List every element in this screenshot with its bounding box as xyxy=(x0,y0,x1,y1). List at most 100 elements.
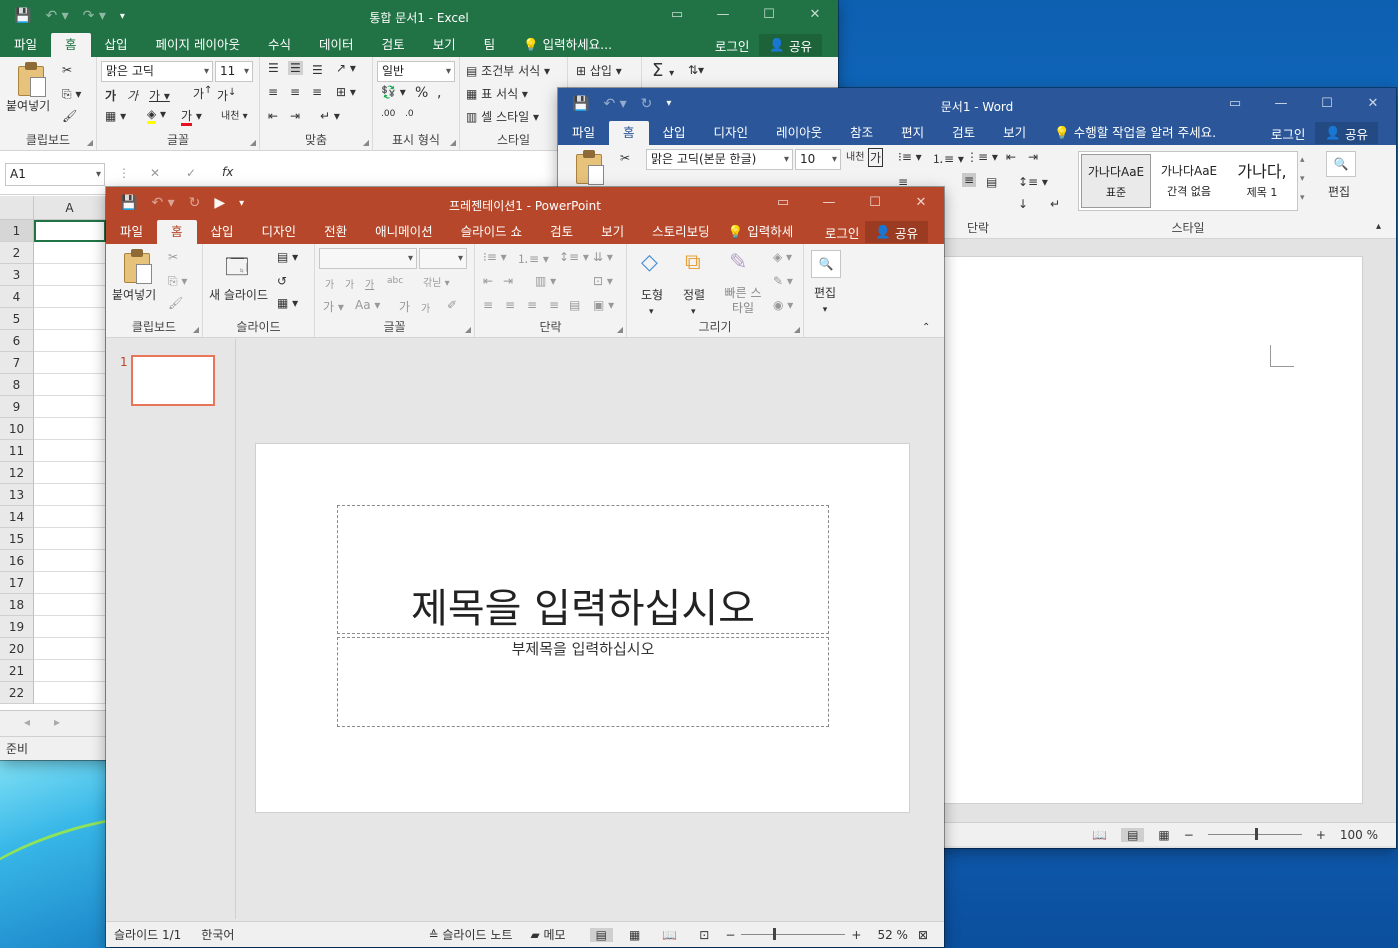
tab-review[interactable]: 검토 xyxy=(938,121,989,145)
tab-home[interactable]: 홈 xyxy=(157,220,197,244)
row-header[interactable]: 2 xyxy=(0,242,34,264)
wrap-text-icon[interactable]: ↵ ▾ xyxy=(320,109,340,123)
align-bottom-icon[interactable]: ☰ xyxy=(312,63,323,77)
row-header[interactable]: 18 xyxy=(0,594,34,616)
row-header[interactable]: 20 xyxy=(0,638,34,660)
new-slide-button[interactable]: 새 슬라이드 xyxy=(209,286,268,303)
font-name-combo[interactable]: 맑은 고딕(본문 한글) xyxy=(646,149,793,170)
tab-mailings[interactable]: 편지 xyxy=(887,121,938,145)
cell[interactable] xyxy=(34,616,106,638)
customize-qat-icon[interactable]: ▾ xyxy=(666,98,671,109)
tab-team[interactable]: 팀 xyxy=(470,33,510,57)
cell[interactable] xyxy=(34,572,106,594)
decrease-decimal-icon[interactable]: .0 xyxy=(405,109,414,119)
print-layout-icon[interactable]: ▤ xyxy=(1121,827,1145,842)
cell[interactable] xyxy=(34,550,106,572)
minimize-icon[interactable]: — xyxy=(700,7,746,22)
close-icon[interactable]: ✕ xyxy=(792,7,838,22)
char-border-icon[interactable]: 가 xyxy=(868,148,884,167)
web-layout-icon[interactable]: ▦ xyxy=(1158,828,1169,842)
cell[interactable] xyxy=(34,594,106,616)
tell-me-box[interactable]: 💡 입력하세 xyxy=(724,220,798,244)
fit-to-window-icon[interactable]: ⊠ xyxy=(918,928,928,942)
tab-insert[interactable]: 삽입 xyxy=(649,121,700,145)
bullets-icon[interactable]: ⁝≡ ▾ xyxy=(483,250,507,264)
line-spacing-icon[interactable]: ↕≡ ▾ xyxy=(559,250,589,264)
cell[interactable] xyxy=(34,528,106,550)
row-header[interactable]: 3 xyxy=(0,264,34,286)
align-left-icon[interactable]: ≡ xyxy=(268,85,278,99)
cell[interactable] xyxy=(34,660,106,682)
row-header[interactable]: 15 xyxy=(0,528,34,550)
distributed-icon[interactable]: ▤ xyxy=(569,298,580,312)
tab-storyboarding[interactable]: 스토리보딩 xyxy=(638,220,724,244)
clear-format-icon[interactable]: ✐ xyxy=(447,298,457,312)
increase-decimal-icon[interactable]: .00 xyxy=(381,109,395,119)
slide-sorter-icon[interactable]: ▦ xyxy=(629,928,640,942)
font-size-combo[interactable] xyxy=(419,248,467,269)
row-header[interactable]: 4 xyxy=(0,286,34,308)
cell[interactable] xyxy=(34,308,106,330)
column-header-a[interactable]: A xyxy=(34,196,106,220)
numbering-icon[interactable]: ⒈≡ ▾ xyxy=(932,150,964,167)
shape-effects-icon[interactable]: ◉ ▾ xyxy=(773,298,793,312)
cell[interactable] xyxy=(34,242,106,264)
tab-design[interactable]: 디자인 xyxy=(248,220,311,244)
row-header[interactable]: 5 xyxy=(0,308,34,330)
strikethrough-icon[interactable]: abc xyxy=(387,276,403,286)
cell[interactable] xyxy=(34,374,106,396)
login-link[interactable]: 로그인 xyxy=(715,36,750,55)
comments-button[interactable]: ▰ 메모 xyxy=(530,926,565,943)
dialog-launcher-icon[interactable]: ◢ xyxy=(193,325,199,334)
cell[interactable] xyxy=(34,506,106,528)
fill-color-icon[interactable]: ◈ ▾ xyxy=(147,107,166,124)
minimize-icon[interactable]: — xyxy=(1258,96,1304,111)
conditional-format-button[interactable]: ▤ 조건부 서식 ▾ xyxy=(466,62,550,79)
zoom-out-icon[interactable]: − xyxy=(725,928,735,942)
layout-icon[interactable]: ▤ ▾ xyxy=(277,250,298,264)
shapes-button[interactable]: 도형 ▾ xyxy=(641,286,663,317)
section-icon[interactable]: ▦ ▾ xyxy=(277,296,298,310)
row-header[interactable]: 6 xyxy=(0,330,34,352)
arrange-icon[interactable]: ⧉ xyxy=(685,250,701,275)
row-header[interactable]: 11 xyxy=(0,440,34,462)
zoom-level[interactable]: 100 % xyxy=(1340,828,1378,842)
sort-icon[interactable]: ↓ xyxy=(1018,197,1028,211)
paste-button-label[interactable]: 붙여넣기 xyxy=(112,286,156,303)
find-icon[interactable]: 🔍 xyxy=(811,250,841,278)
sort-filter-icon[interactable]: ⇅▾ xyxy=(688,63,704,77)
zoom-in-icon[interactable]: + xyxy=(1316,828,1326,842)
zoom-level[interactable]: 52 % xyxy=(877,928,908,942)
format-painter-icon[interactable]: 🖌 xyxy=(62,109,77,123)
sheet-nav-next-icon[interactable]: ▸ xyxy=(54,715,60,729)
collapse-ribbon-icon[interactable]: ▴ xyxy=(1376,221,1381,232)
redo-icon[interactable]: ↻ xyxy=(641,96,653,112)
bold-icon[interactable]: 가 xyxy=(325,276,334,291)
tab-formulas[interactable]: 수식 xyxy=(254,33,305,57)
row-header[interactable]: 7 xyxy=(0,352,34,374)
tab-page-layout[interactable]: 페이지 레이아웃 xyxy=(142,33,254,57)
cell[interactable] xyxy=(34,396,106,418)
enter-icon[interactable]: ✓ xyxy=(186,166,196,180)
line-spacing-icon[interactable]: ↕≡ ▾ xyxy=(1018,175,1048,189)
font-color-icon[interactable]: 가 ▾ xyxy=(323,298,344,315)
arrange-button[interactable]: 정렬 ▾ xyxy=(683,286,705,317)
bold-icon[interactable]: 가 xyxy=(105,87,116,104)
collapse-ribbon-icon[interactable]: ⌃ xyxy=(922,322,930,333)
dialog-launcher-icon[interactable]: ◢ xyxy=(363,138,369,147)
shape-fill-icon[interactable]: ◈ ▾ xyxy=(773,250,792,264)
shrink-font-icon[interactable]: 가↓ xyxy=(217,87,236,104)
cut-icon[interactable]: ✂ xyxy=(168,250,178,264)
cell[interactable] xyxy=(34,220,106,242)
shape-outline-icon[interactable]: ✎ ▾ xyxy=(773,274,793,288)
tab-view[interactable]: 보기 xyxy=(419,33,470,57)
login-link[interactable]: 로그인 xyxy=(1271,124,1306,143)
italic-icon[interactable]: 가 xyxy=(345,276,354,291)
cell[interactable] xyxy=(34,682,106,704)
decrease-indent-icon[interactable]: ⇤ xyxy=(268,109,278,123)
read-mode-icon[interactable]: 📖 xyxy=(1092,828,1107,842)
row-header[interactable]: 8 xyxy=(0,374,34,396)
reading-view-icon[interactable]: 📖 xyxy=(662,928,677,942)
tab-references[interactable]: 참조 xyxy=(836,121,887,145)
row-header[interactable]: 17 xyxy=(0,572,34,594)
